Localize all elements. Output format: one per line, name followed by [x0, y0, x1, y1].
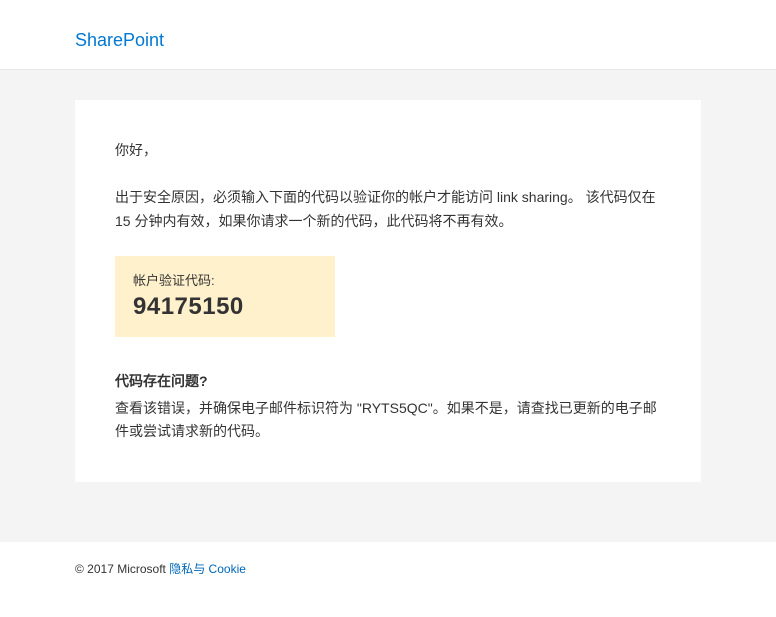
verification-code-box: 帐户验证代码: 94175150 [115, 256, 335, 337]
instruction-text: 出于安全原因，必须输入下面的代码以验证你的帐户才能访问 link sharing… [115, 186, 661, 234]
code-label: 帐户验证代码: [133, 270, 317, 289]
trouble-title: 代码存在问题? [115, 371, 661, 391]
header-bar: SharePoint [0, 0, 776, 70]
footer: © 2017 Microsoft 隐私与 Cookie [0, 542, 776, 617]
main-background: 你好， 出于安全原因，必须输入下面的代码以验证你的帐户才能访问 link sha… [0, 70, 776, 542]
greeting-text: 你好， [115, 140, 661, 160]
code-value: 94175150 [133, 293, 317, 321]
privacy-link[interactable]: 隐私与 Cookie [169, 562, 246, 576]
message-card: 你好， 出于安全原因，必须输入下面的代码以验证你的帐户才能访问 link sha… [75, 100, 701, 482]
brand-title: SharePoint [75, 30, 776, 51]
trouble-text: 查看该错误，并确保电子邮件标识符为 "RYTS5QC"。如果不是，请查找已更新的… [115, 397, 661, 445]
copyright-text: © 2017 Microsoft [75, 562, 169, 576]
